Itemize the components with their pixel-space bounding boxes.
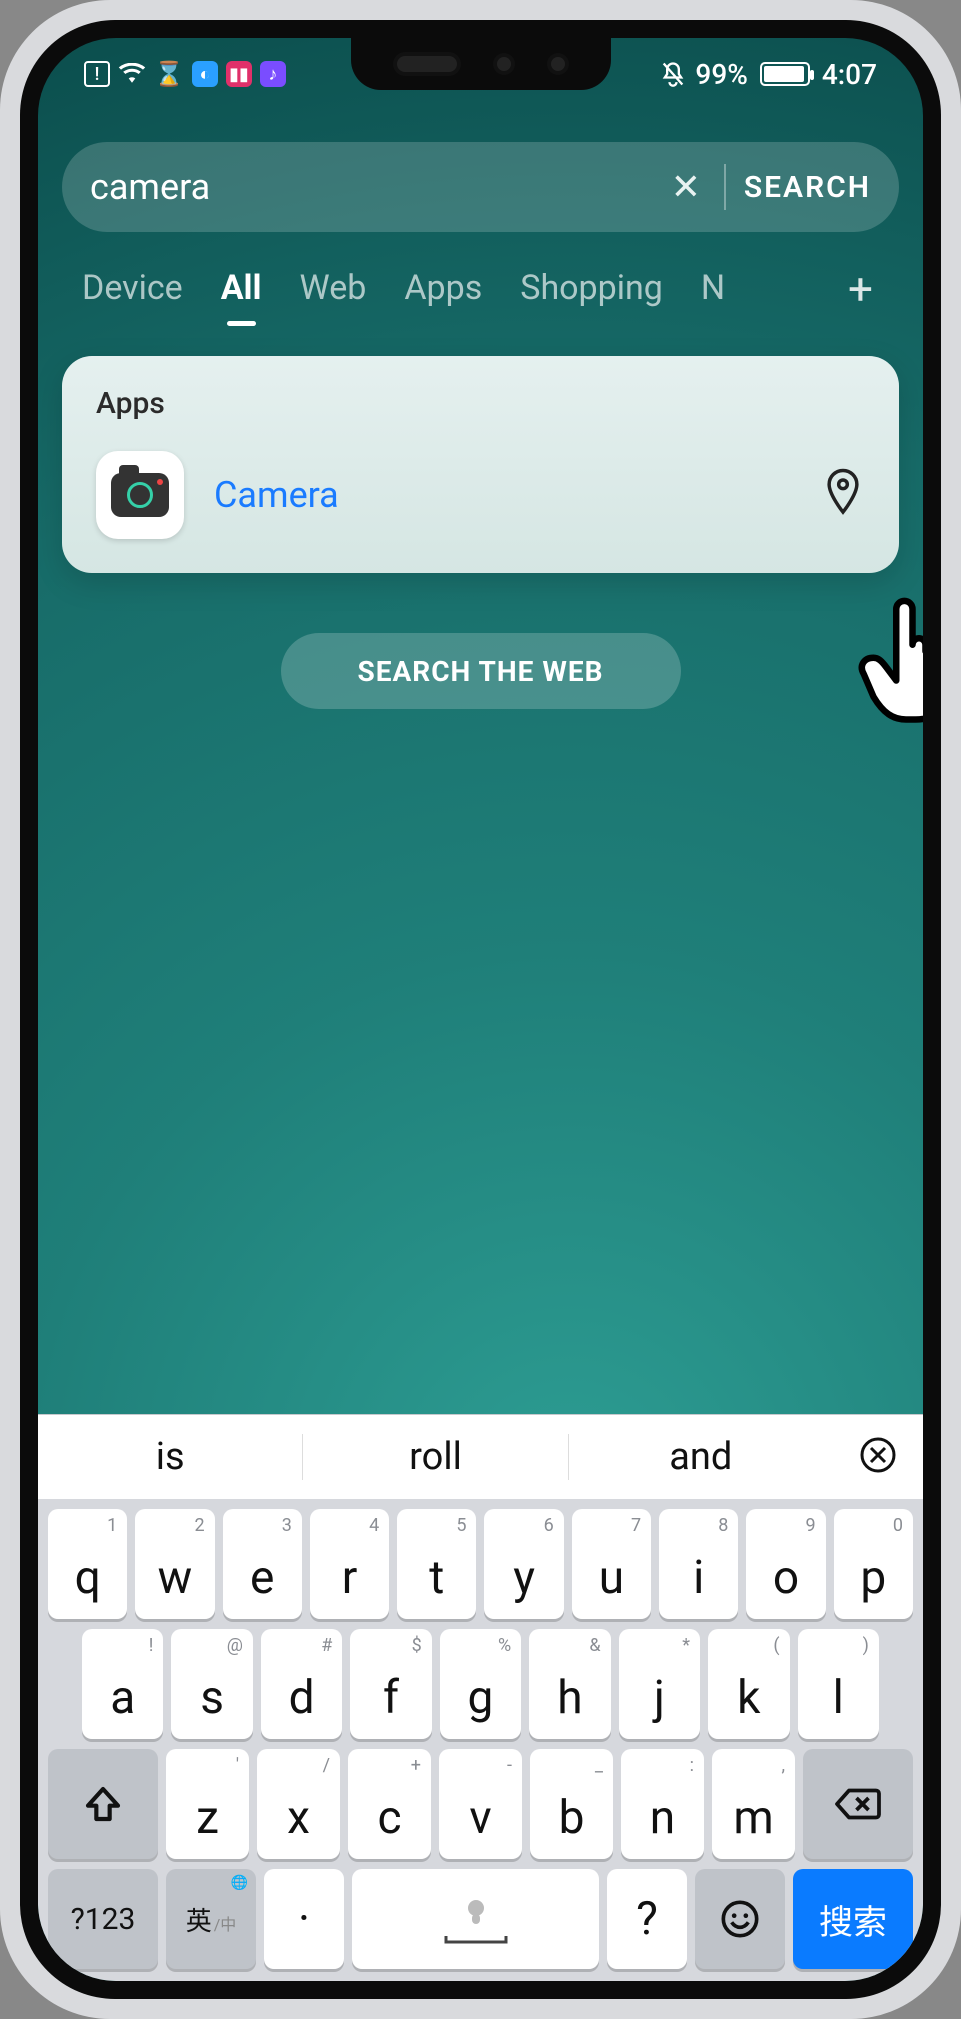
key-h[interactable]: &h xyxy=(529,1629,610,1739)
period-key[interactable]: · xyxy=(264,1869,344,1969)
suggestion-2[interactable]: roll xyxy=(303,1435,567,1479)
status-time: 4:07 xyxy=(822,58,877,91)
keyboard-row-bottom: ?123 🌐 英/中 · ? 搜索 xyxy=(38,1859,923,1981)
search-button[interactable]: SEARCH xyxy=(744,170,871,205)
tab-apps[interactable]: Apps xyxy=(404,252,482,326)
music-app-icon: ♪ xyxy=(260,61,286,87)
results-card: Apps Camera xyxy=(62,356,899,573)
key-w[interactable]: 2w xyxy=(135,1509,214,1619)
key-s[interactable]: @s xyxy=(171,1629,252,1739)
key-u[interactable]: 7u xyxy=(572,1509,651,1619)
key-p[interactable]: 0p xyxy=(834,1509,913,1619)
tab-more-truncated[interactable]: N xyxy=(701,252,723,326)
key-z[interactable]: 'z xyxy=(166,1749,249,1859)
books-app-icon: ▮▮ xyxy=(226,61,252,87)
search-the-web-button[interactable]: SEARCH THE WEB xyxy=(281,633,681,709)
key-k[interactable]: (k xyxy=(708,1629,789,1739)
key-d[interactable]: #d xyxy=(261,1629,342,1739)
shift-key[interactable] xyxy=(48,1749,158,1859)
keyboard-row-3: 'z/x+c-v_b:n,m xyxy=(38,1739,923,1859)
emoji-key[interactable] xyxy=(695,1869,785,1969)
battery-percent: 99% xyxy=(695,58,747,91)
key-g[interactable]: %g xyxy=(440,1629,521,1739)
suggestion-3[interactable]: and xyxy=(569,1435,833,1479)
key-a[interactable]: !a xyxy=(82,1629,163,1739)
key-t[interactable]: 5t xyxy=(397,1509,476,1619)
search-bar[interactable]: camera ✕ SEARCH xyxy=(62,142,899,232)
hourglass-icon: ⌛ xyxy=(154,60,184,88)
browser-app-icon: ◐ xyxy=(192,61,218,87)
language-key[interactable]: 🌐 英/中 xyxy=(166,1869,256,1969)
search-input[interactable]: camera xyxy=(90,166,666,208)
question-key[interactable]: ? xyxy=(607,1869,687,1969)
app-result-row[interactable]: Camera xyxy=(96,451,865,539)
key-i[interactable]: 8i xyxy=(659,1509,738,1619)
notch xyxy=(351,38,611,90)
camera-app-icon xyxy=(96,451,184,539)
sim-alert-icon: ! xyxy=(84,61,110,87)
space-key[interactable] xyxy=(352,1869,599,1969)
key-c[interactable]: +c xyxy=(348,1749,431,1859)
dismiss-suggestions-icon[interactable] xyxy=(833,1435,923,1479)
key-o[interactable]: 9o xyxy=(746,1509,825,1619)
mute-icon xyxy=(659,60,687,88)
suggestion-bar: is roll and xyxy=(38,1415,923,1499)
keyboard-row-1: 1q2w3e4r5t6y7u8i9o0p xyxy=(38,1499,923,1619)
keyboard: is roll and 1q2w3e4r5t6y7u8i9o0p !a@s#d$… xyxy=(38,1414,923,1981)
screen: ! ⌛ ◐ ▮▮ ♪ 99% 4:07 camera xyxy=(38,38,923,1981)
tab-device[interactable]: Device xyxy=(82,252,183,326)
key-x[interactable]: /x xyxy=(257,1749,340,1859)
key-v[interactable]: -v xyxy=(439,1749,522,1859)
key-y[interactable]: 6y xyxy=(484,1509,563,1619)
phone-bezel: ! ⌛ ◐ ▮▮ ♪ 99% 4:07 camera xyxy=(20,20,941,1999)
key-f[interactable]: $f xyxy=(350,1629,431,1739)
backspace-key[interactable] xyxy=(803,1749,913,1859)
add-tab-icon[interactable]: + xyxy=(842,263,879,315)
key-e[interactable]: 3e xyxy=(223,1509,302,1619)
results-section-title: Apps xyxy=(96,386,865,421)
key-q[interactable]: 1q xyxy=(48,1509,127,1619)
search-divider xyxy=(724,164,726,210)
battery-icon xyxy=(760,62,810,86)
keyboard-row-2: !a@s#d$f%g&h*j(k)l xyxy=(38,1619,923,1739)
search-action-key[interactable]: 搜索 xyxy=(793,1869,913,1969)
key-j[interactable]: *j xyxy=(619,1629,700,1739)
tab-web[interactable]: Web xyxy=(300,252,367,326)
tab-shopping[interactable]: Shopping xyxy=(520,252,663,326)
category-tabs: Device All Web Apps Shopping N + xyxy=(62,232,899,332)
wifi-icon xyxy=(118,63,146,85)
locate-app-icon[interactable] xyxy=(821,467,865,523)
symbols-key[interactable]: ?123 xyxy=(48,1869,158,1969)
key-r[interactable]: 4r xyxy=(310,1509,389,1619)
app-result-name: Camera xyxy=(214,474,339,516)
tab-all[interactable]: All xyxy=(221,252,262,326)
suggestion-1[interactable]: is xyxy=(38,1435,302,1479)
key-l[interactable]: )l xyxy=(798,1629,879,1739)
phone-frame: ! ⌛ ◐ ▮▮ ♪ 99% 4:07 camera xyxy=(0,0,961,2019)
key-m[interactable]: ,m xyxy=(712,1749,795,1859)
key-n[interactable]: :n xyxy=(621,1749,704,1859)
clear-search-icon[interactable]: ✕ xyxy=(666,166,706,208)
key-b[interactable]: _b xyxy=(530,1749,613,1859)
